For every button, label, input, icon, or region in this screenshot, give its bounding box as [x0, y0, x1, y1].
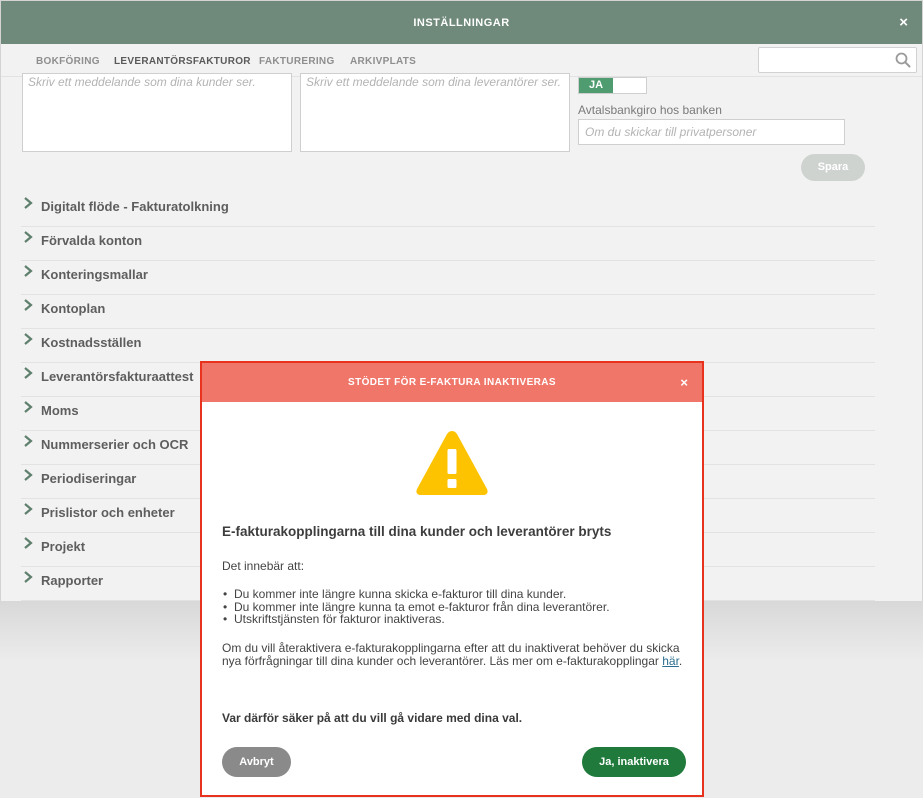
section-label: Nummerserier och OCR	[41, 437, 189, 452]
tab-leverantorsfakturor[interactable]: LEVERANTÖRSFAKTUROR	[114, 56, 251, 67]
chevron-right-icon	[24, 469, 33, 481]
read-more-link[interactable]: här	[662, 654, 679, 668]
toggle-on-label: JA	[579, 78, 613, 93]
dialog-warning-text: Var därför säker på att du vill gå vidar…	[222, 711, 523, 725]
section-label: Periodiseringar	[41, 471, 137, 486]
list-item: Utskriftstjänsten för fakturor inaktiver…	[222, 613, 610, 626]
search-box	[758, 47, 917, 73]
deactivate-einvoice-dialog: STÖDET FÖR E-FAKTURA INAKTIVERAS × E-fak…	[200, 361, 704, 797]
section-label: Rapporter	[41, 573, 104, 588]
chevron-right-icon	[24, 265, 33, 277]
chevron-right-icon	[24, 537, 33, 549]
einvoice-toggle[interactable]: JA	[578, 77, 647, 94]
cancel-button[interactable]: Avbryt	[222, 747, 291, 777]
settings-header: INSTÄLLNINGAR ×	[1, 1, 922, 44]
search-input[interactable]	[759, 48, 889, 72]
chevron-right-icon	[24, 503, 33, 515]
section-kontoplan[interactable]: Kontoplan	[21, 295, 875, 329]
supplier-message-textarea[interactable]: Skriv ett meddelande som dina leverantör…	[300, 73, 570, 152]
section-forvalda-konton[interactable]: Förvalda konton	[21, 227, 875, 261]
bankgiro-label: Avtalsbankgiro hos banken	[578, 103, 722, 117]
section-label: Projekt	[41, 539, 86, 554]
settings-close-icon[interactable]: ×	[899, 15, 908, 30]
save-button[interactable]: Spara	[801, 154, 865, 181]
info-text: Om du vill återaktivera e-fakturakopplin…	[222, 641, 680, 668]
dialog-heading: E-fakturakopplingarna till dina kunder o…	[222, 524, 612, 539]
confirm-deactivate-button[interactable]: Ja, inaktivera	[582, 747, 686, 777]
bankgiro-input[interactable]	[578, 119, 845, 145]
dialog-intro: Det innebär att:	[222, 559, 305, 573]
consequence-list: Du kommer inte längre kunna skicka e-fak…	[222, 588, 610, 626]
section-label: Leverantörsfakturaattest	[41, 369, 194, 384]
section-label: Kostnadsställen	[41, 335, 142, 350]
dialog-header: STÖDET FÖR E-FAKTURA INAKTIVERAS ×	[202, 363, 702, 402]
chevron-right-icon	[24, 197, 33, 209]
dialog-info: Om du vill återaktivera e-fakturakopplin…	[222, 642, 692, 668]
chevron-right-icon	[24, 299, 33, 311]
chevron-right-icon	[24, 435, 33, 447]
warning-icon	[416, 431, 488, 495]
section-label: Kontoplan	[41, 301, 106, 316]
chevron-right-icon	[24, 231, 33, 243]
section-label: Moms	[41, 403, 79, 418]
settings-title: INSTÄLLNINGAR	[413, 16, 510, 29]
tab-fakturering[interactable]: FAKTURERING	[259, 56, 335, 67]
chevron-right-icon	[24, 571, 33, 583]
search-icon[interactable]	[895, 52, 911, 68]
section-label: Konteringsmallar	[41, 267, 148, 282]
section-label: Förvalda konton	[41, 233, 143, 248]
section-kostnadsstallen[interactable]: Kostnadsställen	[21, 329, 875, 363]
info-end: .	[678, 654, 683, 668]
section-label: Digitalt flöde - Fakturatolkning	[41, 199, 229, 214]
customer-message-textarea[interactable]: Skriv ett meddelande som dina kunder ser…	[22, 73, 292, 152]
section-digitalt-flode[interactable]: Digitalt flöde - Fakturatolkning	[21, 193, 875, 227]
dialog-close-icon[interactable]: ×	[680, 376, 688, 389]
section-label: Prislistor och enheter	[41, 505, 175, 520]
tab-bokforing[interactable]: BOKFÖRING	[36, 56, 100, 67]
tab-arkivplats[interactable]: ARKIVPLATS	[350, 56, 416, 67]
chevron-right-icon	[24, 333, 33, 345]
section-konteringsmallar[interactable]: Konteringsmallar	[21, 261, 875, 295]
list-item: Du kommer inte längre kunna skicka e-fak…	[222, 588, 610, 601]
chevron-right-icon	[24, 401, 33, 413]
dialog-title: STÖDET FÖR E-FAKTURA INAKTIVERAS	[348, 377, 556, 388]
chevron-right-icon	[24, 367, 33, 379]
